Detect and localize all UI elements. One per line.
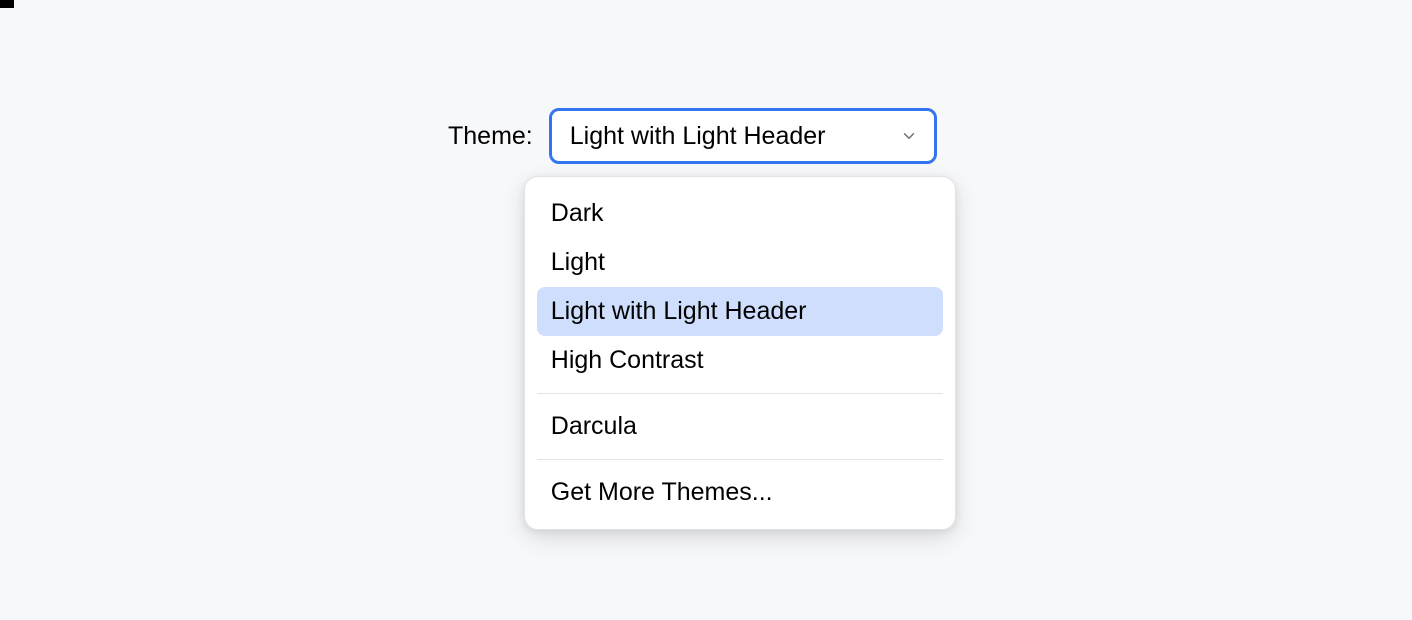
window-corner-artifact xyxy=(0,0,14,8)
theme-option[interactable]: High Contrast xyxy=(537,336,943,385)
chevron-down-icon xyxy=(900,127,918,145)
theme-option[interactable]: Get More Themes... xyxy=(537,468,943,517)
theme-select-value: Light with Light Header xyxy=(570,122,826,151)
dropdown-separator xyxy=(537,459,943,460)
theme-setting-row: Theme: Light with Light Header DarkLight… xyxy=(448,108,937,164)
theme-option[interactable]: Dark xyxy=(537,189,943,238)
theme-option[interactable]: Light xyxy=(537,238,943,287)
theme-combobox: Light with Light Header DarkLightLight w… xyxy=(549,108,937,164)
theme-label: Theme: xyxy=(448,122,533,151)
theme-select-button[interactable]: Light with Light Header xyxy=(549,108,937,164)
theme-option[interactable]: Darcula xyxy=(537,402,943,451)
dropdown-separator xyxy=(537,393,943,394)
theme-option[interactable]: Light with Light Header xyxy=(537,287,943,336)
theme-dropdown: DarkLightLight with Light HeaderHigh Con… xyxy=(524,176,956,530)
